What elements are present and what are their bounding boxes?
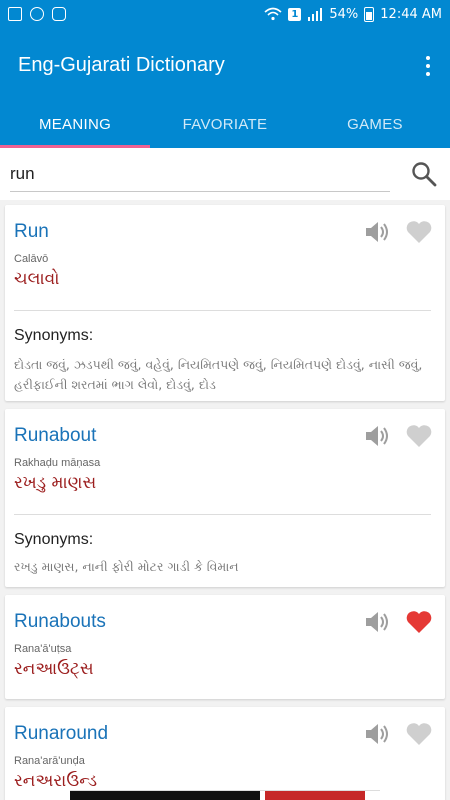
entry-transliteration: Rana'ā'uṭsa — [14, 643, 72, 655]
synonyms-text: રખડુ માણસ, નાની ફોરી મોટર ગાડી કે વિમાન — [14, 559, 239, 574]
entry-gujarati: રખડુ માણસ — [14, 473, 97, 493]
synonyms-label: Synonyms: — [14, 327, 94, 344]
synonyms-label: Synonyms: — [14, 531, 94, 548]
battery-icon — [364, 6, 375, 22]
entry-word[interactable]: Runaround — [14, 723, 108, 745]
clock: 12:44 AM — [380, 6, 442, 22]
banner-ad[interactable] — [70, 790, 380, 800]
battery-percent: 54% — [329, 6, 359, 22]
overflow-menu-icon[interactable] — [420, 56, 436, 76]
wifi-icon — [264, 7, 282, 21]
tab-games[interactable]: GAMES — [300, 100, 450, 148]
circle-app-icon — [30, 7, 44, 21]
entry-transliteration: Rana'arā'unḍa — [14, 755, 85, 767]
speaker-icon[interactable] — [363, 219, 391, 245]
entry-transliteration: Rakhaḍu māṇasa — [14, 457, 101, 469]
app-title: Eng-Gujarati Dictionary — [18, 54, 225, 76]
app-bar: Eng-Gujarati Dictionary MEANING FAVORIAT… — [0, 28, 450, 148]
divider — [14, 514, 431, 515]
tab-bar: MEANING FAVORIATE GAMES — [0, 100, 450, 148]
list-item: Runabout Rakhaḍu māṇasa રખડુ માણસ Synony… — [5, 409, 445, 587]
divider — [14, 310, 431, 311]
search-input[interactable] — [10, 156, 390, 192]
list-item: Runaround Rana'arā'unḍa રનઅરાઉન્ડ — [5, 707, 445, 800]
speaker-icon[interactable] — [363, 423, 391, 449]
favorite-heart-icon[interactable] — [405, 423, 433, 449]
entry-gujarati: રનઅરાઉન્ડ — [14, 771, 98, 791]
list-item: Run Calāvō ચલાવો Synonyms: દોડતા જવું, ઝ… — [5, 205, 445, 401]
instagram-icon — [52, 7, 66, 21]
search-icon[interactable] — [410, 160, 438, 188]
list-item: Runabouts Rana'ā'uṭsa રનઆઉટ્સ — [5, 595, 445, 699]
status-bar: 1 54% 12:44 AM — [0, 0, 450, 28]
signal-icon — [308, 8, 323, 21]
speaker-icon[interactable] — [363, 609, 391, 635]
search-bar — [0, 148, 450, 200]
entry-word[interactable]: Runabout — [14, 425, 96, 447]
favorite-heart-icon[interactable] — [405, 609, 433, 635]
speaker-icon[interactable] — [363, 721, 391, 747]
entry-gujarati: રનઆઉટ્સ — [14, 659, 94, 679]
notification-badge: 1 — [288, 7, 302, 21]
gallery-icon — [8, 7, 22, 21]
entry-gujarati: ચલાવો — [14, 269, 60, 289]
entry-word[interactable]: Runabouts — [14, 611, 106, 633]
ad-image — [265, 791, 365, 800]
favorite-heart-icon[interactable] — [405, 721, 433, 747]
ad-image — [70, 791, 260, 800]
favorite-heart-icon[interactable] — [405, 219, 433, 245]
tab-favoriate[interactable]: FAVORIATE — [150, 100, 300, 148]
tab-meaning[interactable]: MEANING — [0, 100, 150, 148]
synonyms-text: દોડતા જવું, ઝડપથી જવું, વહેવું, નિયમિતપણ… — [14, 357, 423, 392]
entry-transliteration: Calāvō — [14, 253, 49, 265]
entry-word[interactable]: Run — [14, 221, 49, 243]
